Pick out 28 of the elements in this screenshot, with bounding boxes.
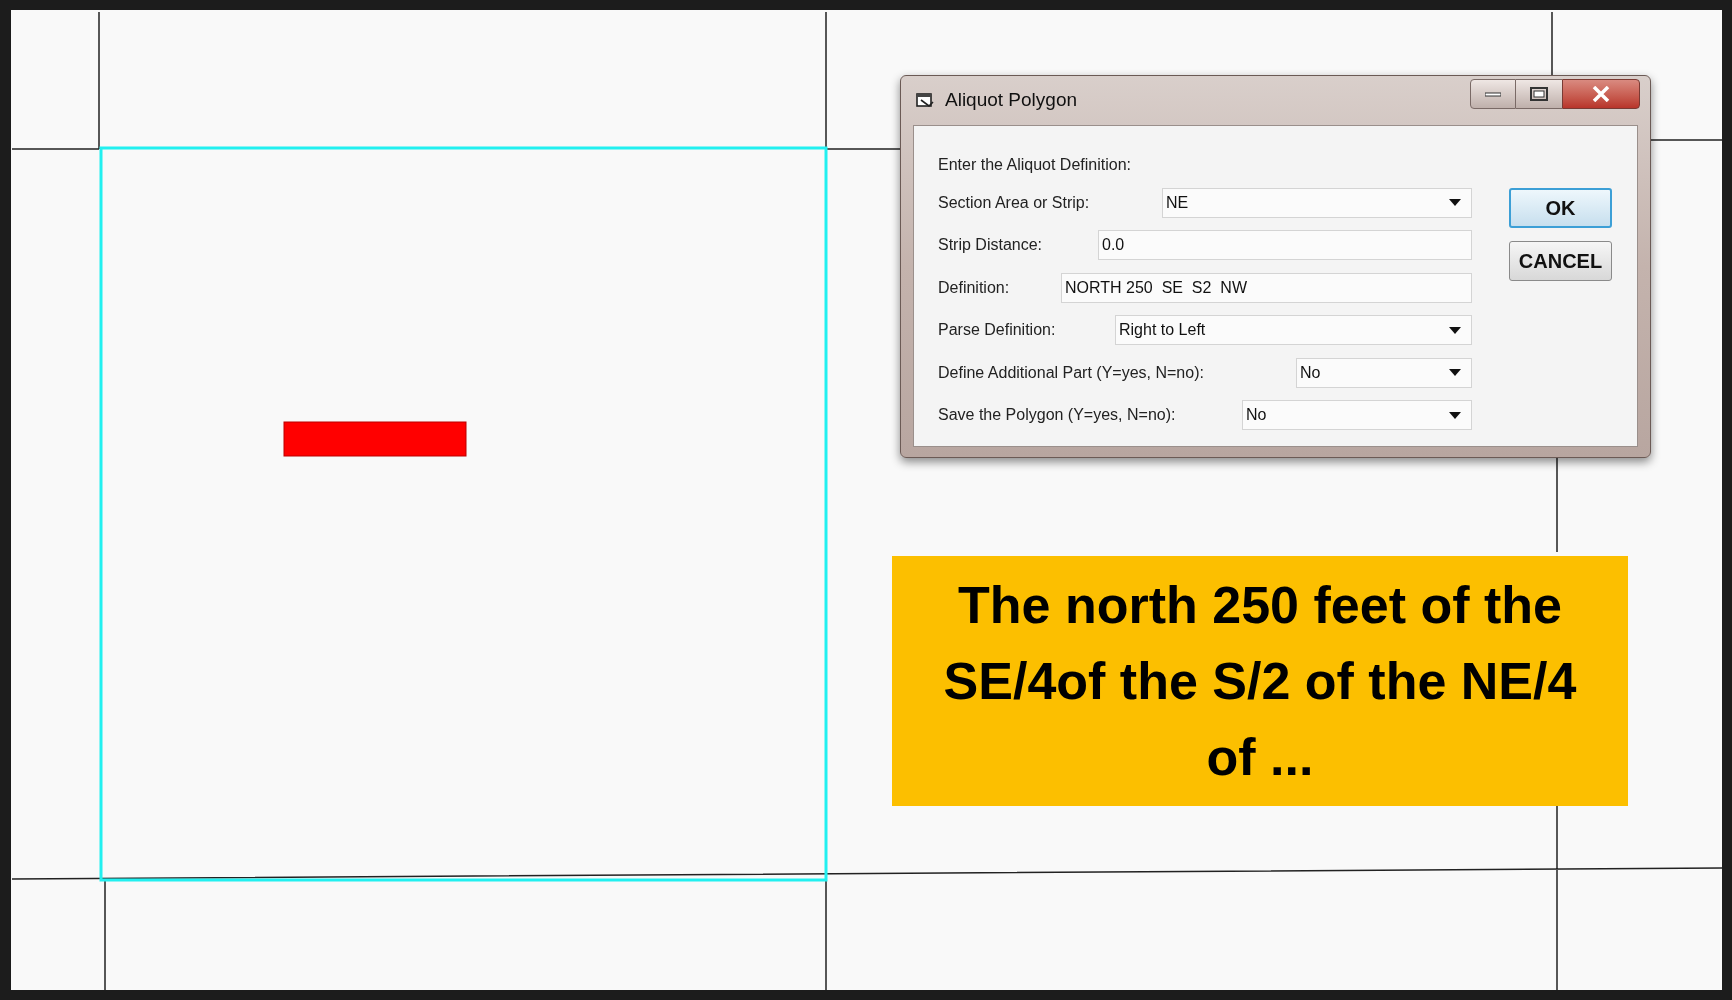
dropdown[interactable]: NE (1162, 187, 1472, 218)
field-label: Define Additional Part (Y=yes, N=no): (938, 362, 1205, 383)
window-icon (915, 91, 935, 110)
dropdown[interactable]: No (1296, 357, 1472, 388)
field-label: Section Area or Strip: (938, 192, 1091, 213)
minimize-button[interactable] (1470, 79, 1516, 109)
caption-text: The north 250 feet of the SE/4of the S/2 of the NE/4 of ... (942, 575, 1578, 788)
field-label: Definition: (938, 277, 1011, 298)
dropdown[interactable]: No (1242, 400, 1472, 430)
field-label: Parse Definition: (938, 320, 1057, 340)
close-button[interactable] (1562, 79, 1640, 109)
dropdown[interactable]: Right to Left (1115, 315, 1472, 345)
text-field[interactable]: 0.0 (1098, 230, 1472, 260)
prompt-text: Enter the Aliquot Definition: (938, 155, 1132, 175)
caret-icon (1449, 199, 1461, 206)
window-title: Aliquot Polygon (945, 88, 1078, 113)
dialog-button[interactable]: OK (1509, 188, 1612, 228)
caret-icon (1449, 369, 1461, 376)
dialog-button[interactable]: CANCEL (1509, 241, 1612, 281)
minimize-icon (1485, 91, 1501, 97)
close-icon (1592, 86, 1610, 102)
maximize-icon (1530, 87, 1548, 101)
field-label: Strip Distance: (938, 235, 1044, 255)
field-label: Save the Polygon (Y=yes, N=no): (938, 405, 1177, 425)
caret-icon (1449, 411, 1461, 419)
maximize-button[interactable] (1516, 79, 1562, 109)
caret-icon (1449, 326, 1461, 334)
text-field[interactable]: NORTH 250 SE S2 NW (1061, 272, 1472, 303)
